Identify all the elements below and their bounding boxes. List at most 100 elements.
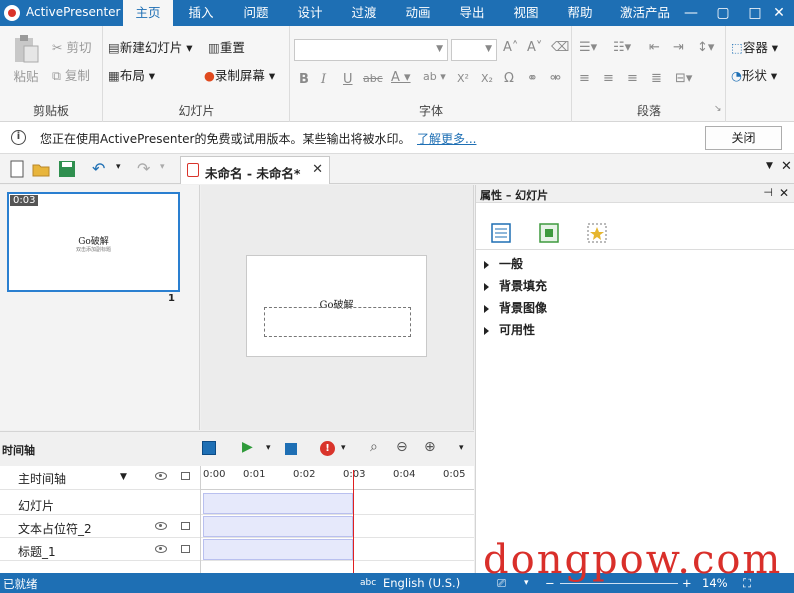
eye-icon[interactable] — [155, 472, 167, 480]
timeline-bar-slide[interactable] — [203, 493, 353, 514]
close-info-button[interactable]: 关闭 — [705, 126, 782, 150]
undo-icon[interactable]: ↶ — [92, 159, 105, 178]
superscript-icon[interactable]: X² — [457, 72, 469, 85]
save-icon[interactable] — [58, 160, 76, 178]
interactivity-icon[interactable] — [586, 222, 608, 244]
timeline-select-icon[interactable]: ▼ — [120, 472, 127, 482]
cut-button[interactable]: ✂ 剪切 — [52, 37, 91, 56]
ruler-tick: 0:02 — [293, 469, 316, 480]
tab-insert[interactable]: 插入 — [178, 0, 224, 26]
section-background-image[interactable]: 背景图像 — [484, 299, 547, 316]
undo-dropdown-icon[interactable]: ▾ — [116, 162, 121, 172]
close-icon[interactable]: ✕ — [764, 0, 794, 26]
section-accessibility[interactable]: 可用性 — [484, 321, 535, 338]
play-dropdown-icon[interactable]: ▾ — [266, 443, 271, 453]
stop-icon[interactable] — [285, 443, 297, 455]
record-screen-button[interactable]: ●录制屏幕 ▾ — [204, 65, 275, 84]
numbered-list-icon[interactable]: ☷▾ — [613, 40, 631, 55]
italic-icon[interactable]: I — [321, 72, 326, 87]
zoom-dropdown-icon[interactable]: ▾ — [459, 443, 464, 453]
zoom-in-icon[interactable]: ⊕ — [424, 439, 436, 455]
tab-activate[interactable]: 激活产品 — [612, 0, 678, 26]
font-family-select[interactable]: ▼ — [294, 39, 448, 61]
tab-transitions[interactable]: 过渡 — [341, 0, 387, 26]
font-size-select[interactable]: ▼ — [451, 39, 497, 61]
decrease-indent-icon[interactable]: ⇤ — [649, 40, 660, 55]
close-tab-icon[interactable]: ✕ — [312, 162, 323, 177]
tabs-dropdown-icon[interactable]: ▼ — [766, 161, 773, 171]
tab-home[interactable]: 主页 — [123, 0, 173, 26]
section-background-fill[interactable]: 背景填充 — [484, 277, 547, 294]
timeline-bar-title[interactable] — [203, 539, 353, 560]
time-ruler[interactable]: 0:00 0:01 0:02 0:03 0:04 0:05 — [201, 466, 474, 490]
lock-icon[interactable] — [181, 545, 190, 553]
paste-button[interactable]: 粘贴 — [10, 34, 42, 85]
language-label[interactable]: English (U.S.) — [383, 576, 460, 590]
highlight-icon[interactable]: ab ▾ — [423, 70, 446, 83]
slide-thumbnail[interactable]: 0:03 Go破解 双击添加副标题 — [7, 192, 180, 292]
lock-icon[interactable] — [181, 522, 190, 530]
align-right-icon[interactable]: ≡ — [627, 71, 638, 86]
shape-button[interactable]: ◔形状 ▾ — [731, 65, 777, 84]
align-center-icon[interactable]: ≡ — [603, 71, 614, 86]
clear-format-icon[interactable]: ⌫ — [551, 40, 569, 55]
unlink-icon[interactable]: ⚮ — [550, 71, 561, 86]
learn-more-link[interactable]: 了解更多... — [417, 130, 476, 147]
bullet-list-icon[interactable]: ☰▾ — [579, 40, 597, 55]
zoom-fit-icon[interactable]: ⌕ — [370, 439, 378, 455]
size-position-icon[interactable] — [538, 222, 560, 244]
spellcheck-icon[interactable]: abc — [360, 578, 376, 588]
vertical-align-icon[interactable]: ⊟▾ — [675, 71, 692, 86]
restore-icon[interactable]: ▢ — [708, 0, 738, 26]
eye-icon[interactable] — [155, 522, 167, 530]
reset-button[interactable]: ▥重置 — [208, 37, 245, 56]
redo-icon[interactable]: ↷ — [137, 159, 150, 178]
shrink-font-icon[interactable]: A˅ — [527, 40, 542, 55]
justify-icon[interactable]: ≣ — [651, 71, 662, 86]
bold-icon[interactable]: B — [299, 72, 309, 87]
text-placeholder[interactable] — [264, 307, 411, 337]
tab-help[interactable]: 帮助 — [557, 0, 603, 26]
align-left-icon[interactable]: ≡ — [579, 71, 590, 86]
zoom-out-icon[interactable]: ⊖ — [396, 439, 408, 455]
layout-button[interactable]: ▦布局 ▾ — [108, 65, 155, 84]
container-button[interactable]: ⬚容器 ▾ — [731, 37, 778, 56]
timeline-bar-text-placeholder[interactable] — [203, 516, 353, 537]
redo-dropdown-icon[interactable]: ▾ — [160, 162, 165, 172]
line-spacing-icon[interactable]: ↕▾ — [697, 40, 714, 55]
close-panel-icon[interactable]: ✕ — [779, 186, 789, 200]
subscript-icon[interactable]: X₂ — [481, 72, 493, 85]
strikethrough-icon[interactable]: abc — [363, 72, 383, 85]
close-document-icon[interactable]: ✕ — [781, 159, 792, 174]
new-slide-button[interactable]: ▤新建幻灯片 ▾ — [108, 37, 193, 56]
copy-button[interactable]: ⧉ 复制 — [52, 65, 90, 84]
pin-icon[interactable]: ⊣ — [763, 186, 773, 199]
general-properties-icon[interactable] — [490, 222, 512, 244]
symbol-icon[interactable]: Ω — [504, 71, 514, 86]
lock-icon[interactable] — [181, 472, 190, 480]
increase-indent-icon[interactable]: ⇥ — [673, 40, 684, 55]
play-icon[interactable]: ▶ — [242, 439, 253, 455]
grow-font-icon[interactable]: A˄ — [503, 40, 518, 55]
timeline-divider[interactable] — [200, 466, 201, 573]
playhead[interactable] — [353, 470, 354, 573]
tab-export[interactable]: 导出 — [449, 0, 495, 26]
tab-questions[interactable]: 问题 — [233, 0, 279, 26]
font-color-icon[interactable]: A ▾ — [391, 70, 411, 85]
minimize-icon[interactable]: — — [676, 0, 706, 26]
tab-animations[interactable]: 动画 — [395, 0, 441, 26]
slide-preview[interactable]: Go破解 — [246, 255, 427, 357]
tab-design[interactable]: 设计 — [287, 0, 333, 26]
timeline-mode-icon[interactable] — [202, 441, 216, 455]
eye-icon[interactable] — [155, 545, 167, 553]
record-marker-icon[interactable]: ! — [320, 441, 335, 456]
document-tab[interactable]: 未命名 - 未命名* ✕ — [180, 156, 330, 184]
marker-dropdown-icon[interactable]: ▾ — [341, 443, 346, 453]
open-folder-icon[interactable] — [32, 160, 50, 178]
new-document-icon[interactable] — [8, 160, 26, 178]
tab-view[interactable]: 视图 — [503, 0, 549, 26]
section-general[interactable]: 一般 — [484, 255, 523, 272]
zoom-slider[interactable] — [560, 583, 678, 584]
link-icon[interactable]: ⚭ — [527, 71, 538, 86]
underline-icon[interactable]: U — [343, 72, 353, 87]
